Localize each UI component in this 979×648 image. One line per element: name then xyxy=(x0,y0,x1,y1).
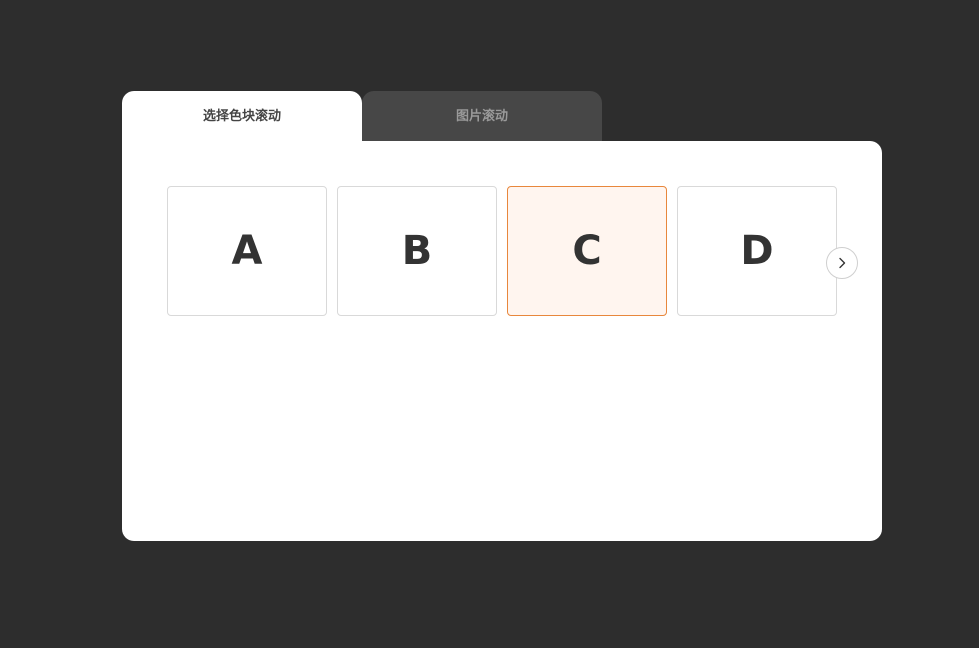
tab-color-block-scroll[interactable]: 选择色块滚动 xyxy=(122,91,362,141)
tab-label: 图片滚动 xyxy=(455,108,508,124)
tile-d[interactable]: D xyxy=(677,186,837,316)
tile-label: A xyxy=(231,228,263,274)
tab-label: 选择色块滚动 xyxy=(202,108,281,124)
tile-c[interactable]: C xyxy=(507,186,667,316)
tile-a[interactable]: A xyxy=(167,186,327,316)
app-stage: 选择色块滚动 图片滚动 A B C D xyxy=(0,0,979,648)
tile-label: C xyxy=(572,228,602,274)
tab-image-scroll[interactable]: 图片滚动 xyxy=(362,91,602,141)
chevron-right-icon xyxy=(839,257,846,269)
carousel-panel: A B C D xyxy=(122,141,882,541)
tile-label: D xyxy=(740,228,774,274)
tile-label: B xyxy=(401,228,433,274)
next-button[interactable] xyxy=(826,247,858,279)
tile-b[interactable]: B xyxy=(337,186,497,316)
